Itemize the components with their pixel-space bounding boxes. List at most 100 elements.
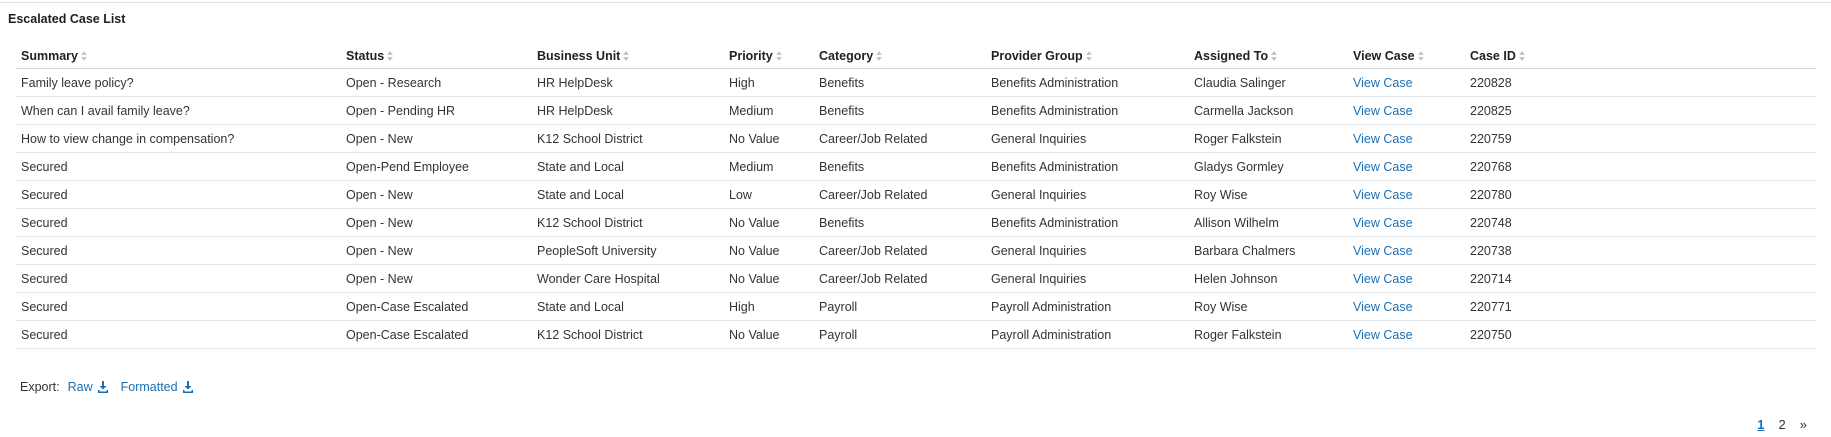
cell-category: Benefits	[814, 208, 986, 237]
cell-assigned-to: Roger Falkstein	[1189, 124, 1348, 153]
cell-priority: No Value	[724, 320, 814, 349]
cell-status: Open - New	[341, 264, 532, 293]
header-category[interactable]: Category	[814, 43, 986, 69]
table-row: Family leave policy? Open - Research HR He…	[16, 68, 1816, 97]
export-label: Export:	[20, 380, 60, 394]
cell-priority: No Value	[724, 236, 814, 265]
cell-summary: Secured	[16, 236, 341, 265]
cell-provider-group: General Inquiries	[986, 236, 1189, 265]
cell-assigned-to: Gladys Gormley	[1189, 152, 1348, 181]
export-formatted-link[interactable]: Formatted	[121, 380, 194, 394]
cell-case-id: 220759	[1465, 124, 1816, 153]
cell-provider-group: Benefits Administration	[986, 68, 1189, 97]
cell-status: Open - New	[341, 180, 532, 209]
cell-case-id: 220768	[1465, 152, 1816, 181]
page-2-link[interactable]: 2	[1779, 417, 1786, 432]
view-case-link[interactable]: View Case	[1353, 160, 1413, 174]
export-raw-link[interactable]: Raw	[68, 380, 109, 394]
cell-category: Career/Job Related	[814, 264, 986, 293]
cell-category: Career/Job Related	[814, 236, 986, 265]
cell-business-unit: State and Local	[532, 180, 724, 209]
cell-priority: High	[724, 68, 814, 97]
cell-provider-group: General Inquiries	[986, 264, 1189, 293]
sort-icon[interactable]	[623, 50, 630, 61]
cell-case-id: 220738	[1465, 236, 1816, 265]
view-case-link[interactable]: View Case	[1353, 104, 1413, 118]
cell-category: Payroll	[814, 292, 986, 321]
page-1-link[interactable]: 1	[1757, 417, 1764, 432]
cell-business-unit: K12 School District	[532, 124, 724, 153]
cell-priority: High	[724, 292, 814, 321]
view-case-link[interactable]: View Case	[1353, 76, 1413, 90]
table-row: Secured Open-Case Escalated K12 School Dis…	[16, 320, 1816, 349]
cell-view-case: View Case	[1348, 124, 1465, 153]
cell-summary: Secured	[16, 208, 341, 237]
sort-icon[interactable]	[1085, 50, 1092, 61]
cell-status: Open-Case Escalated	[341, 292, 532, 321]
header-view-case[interactable]: View Case	[1348, 43, 1465, 69]
header-assigned-to[interactable]: Assigned To	[1189, 43, 1348, 69]
cell-summary: How to view change in compensation?	[16, 124, 341, 153]
view-case-link[interactable]: View Case	[1353, 272, 1413, 286]
cell-assigned-to: Barbara Chalmers	[1189, 236, 1348, 265]
cell-category: Benefits	[814, 152, 986, 181]
cell-status: Open - New	[341, 236, 532, 265]
cell-priority: No Value	[724, 264, 814, 293]
cell-view-case: View Case	[1348, 264, 1465, 293]
cell-summary: Secured	[16, 264, 341, 293]
header-summary[interactable]: Summary	[16, 43, 341, 69]
cell-summary: Family leave policy?	[16, 68, 341, 97]
view-case-link[interactable]: View Case	[1353, 132, 1413, 146]
escalated-case-table: Summary Status Business Unit Priority Ca…	[16, 43, 1816, 349]
header-priority[interactable]: Priority	[724, 43, 814, 69]
sort-icon[interactable]	[387, 50, 394, 61]
cell-provider-group: General Inquiries	[986, 124, 1189, 153]
cell-view-case: View Case	[1348, 320, 1465, 349]
cell-category: Benefits	[814, 96, 986, 125]
cell-priority: Medium	[724, 96, 814, 125]
cell-business-unit: Wonder Care Hospital	[532, 264, 724, 293]
view-case-link[interactable]: View Case	[1353, 300, 1413, 314]
download-icon	[97, 381, 108, 393]
table-row: Secured Open-Case Escalated State and Loca…	[16, 292, 1816, 321]
sort-icon[interactable]	[775, 50, 782, 61]
sort-icon[interactable]	[80, 50, 87, 61]
cell-case-id: 220780	[1465, 180, 1816, 209]
sort-icon[interactable]	[1417, 50, 1424, 61]
cell-view-case: View Case	[1348, 68, 1465, 97]
cell-priority: No Value	[724, 208, 814, 237]
cell-view-case: View Case	[1348, 152, 1465, 181]
cell-provider-group: General Inquiries	[986, 180, 1189, 209]
cell-status: Open - New	[341, 124, 532, 153]
cell-summary: Secured	[16, 320, 341, 349]
cell-provider-group: Benefits Administration	[986, 208, 1189, 237]
cell-view-case: View Case	[1348, 180, 1465, 209]
table-row: Secured Open - New PeopleSoft University No…	[16, 236, 1816, 265]
view-case-link[interactable]: View Case	[1353, 216, 1413, 230]
cell-case-id: 220771	[1465, 292, 1816, 321]
table-row: Secured Open-Pend Employee State and Local…	[16, 152, 1816, 181]
view-case-link[interactable]: View Case	[1353, 244, 1413, 258]
cell-category: Career/Job Related	[814, 180, 986, 209]
view-case-link[interactable]: View Case	[1353, 328, 1413, 342]
sort-icon[interactable]	[1518, 50, 1525, 61]
header-case-id[interactable]: Case ID	[1465, 43, 1816, 69]
cell-status: Open-Case Escalated	[341, 320, 532, 349]
export-bar: Export: Raw Formatted	[20, 380, 206, 394]
header-business-unit[interactable]: Business Unit	[532, 43, 724, 69]
header-provider-group[interactable]: Provider Group	[986, 43, 1189, 69]
sort-icon[interactable]	[1271, 50, 1278, 61]
cell-category: Benefits	[814, 68, 986, 97]
table-row: Secured Open - New State and Local Low Caree…	[16, 180, 1816, 209]
panel-title: Escalated Case List	[8, 12, 126, 26]
cell-assigned-to: Helen Johnson	[1189, 264, 1348, 293]
view-case-link[interactable]: View Case	[1353, 188, 1413, 202]
cell-business-unit: State and Local	[532, 292, 724, 321]
header-status[interactable]: Status	[341, 43, 532, 69]
cell-case-id: 220750	[1465, 320, 1816, 349]
sort-icon[interactable]	[876, 50, 883, 61]
next-page-link[interactable]: »	[1800, 417, 1807, 432]
cell-summary: When can I avail family leave?	[16, 96, 341, 125]
cell-view-case: View Case	[1348, 208, 1465, 237]
cell-case-id: 220714	[1465, 264, 1816, 293]
